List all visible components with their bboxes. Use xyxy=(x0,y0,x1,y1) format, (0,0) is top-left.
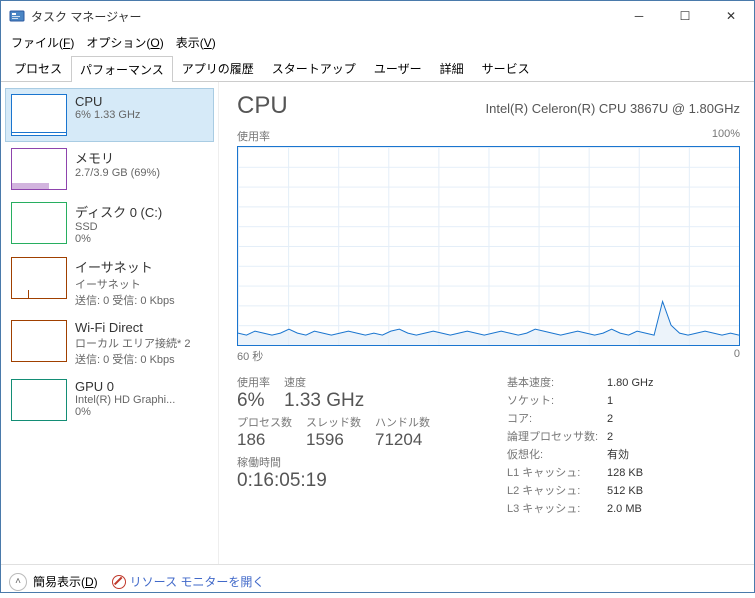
main-panel: CPU Intel(R) Celeron(R) CPU 3867U @ 1.80… xyxy=(219,82,754,564)
sidebar-item-label: メモリ xyxy=(75,148,160,167)
detail-row: 仮想化:有効 xyxy=(507,446,740,464)
detail-row: 基本速度:1.80 GHz xyxy=(507,374,740,392)
processes-label: プロセス数 xyxy=(237,414,292,430)
menu-options[interactable]: オプション(O) xyxy=(80,32,169,53)
sidebar-item-label: GPU 0 xyxy=(75,379,175,394)
tab-4[interactable]: ユーザー xyxy=(365,55,431,81)
detail-row: ソケット:1 xyxy=(507,392,740,410)
sidebar-item-eth[interactable]: イーサネットイーサネット送信: 0 受信: 0 Kbps xyxy=(5,251,214,314)
sidebar-item-gpu[interactable]: GPU 0Intel(R) HD Graphi...0% xyxy=(5,373,214,427)
sidebar-item-mem[interactable]: メモリ2.7/3.9 GB (69%) xyxy=(5,142,214,196)
maximize-button[interactable]: ☐ xyxy=(662,1,708,31)
uptime-label: 稼働時間 xyxy=(237,454,507,470)
threads-value: 1596 xyxy=(306,430,361,450)
sidebar-item-cpu[interactable]: CPU6% 1.33 GHz xyxy=(5,88,214,142)
speed-value: 1.33 GHz xyxy=(284,390,364,412)
tabs: プロセスパフォーマンスアプリの履歴スタートアップユーザー詳細サービス xyxy=(1,53,754,82)
minimize-button[interactable]: ─ xyxy=(616,1,662,31)
chevron-up-icon[interactable]: ˄ xyxy=(9,573,27,591)
chart-xaxis-left: 60 秒 xyxy=(237,348,263,364)
cpu-thumb-icon xyxy=(11,94,67,136)
tab-6[interactable]: サービス xyxy=(473,55,539,81)
speed-label: 速度 xyxy=(284,374,364,390)
gpu-thumb-icon xyxy=(11,379,67,421)
window-title: タスク マネージャー xyxy=(31,8,616,25)
tab-1[interactable]: パフォーマンス xyxy=(71,56,173,82)
chart-xaxis-right: 0 xyxy=(734,348,740,364)
handles-value: 71204 xyxy=(375,430,430,450)
resource-monitor-link[interactable]: リソース モニターを開く xyxy=(112,573,265,590)
sidebar-item-label: イーサネット xyxy=(75,257,175,276)
chart-label-usage: 使用率 xyxy=(237,128,270,144)
chart-label-100: 100% xyxy=(712,128,740,144)
tab-5[interactable]: 詳細 xyxy=(431,55,473,81)
detail-row: 論理プロセッサ数:2 xyxy=(507,428,740,446)
sidebar-item-label: CPU xyxy=(75,94,140,109)
sidebar-item-wifi[interactable]: Wi-Fi Directローカル エリア接続* 2送信: 0 受信: 0 Kbp… xyxy=(5,314,214,373)
menubar: ファイル(F) オプション(O) 表示(V) xyxy=(1,31,754,53)
sidebar-item-label: ディスク 0 (C:) xyxy=(75,202,162,221)
tab-3[interactable]: スタートアップ xyxy=(263,55,365,81)
tab-2[interactable]: アプリの履歴 xyxy=(173,55,263,81)
processes-value: 186 xyxy=(237,430,292,450)
mem-thumb-icon xyxy=(11,148,67,190)
detail-row: L2 キャッシュ:512 KB xyxy=(507,482,740,500)
eth-thumb-icon xyxy=(11,257,67,299)
usage-label: 使用率 xyxy=(237,374,270,390)
titlebar: タスク マネージャー ─ ☐ ✕ xyxy=(1,1,754,31)
sidebar-item-label: Wi-Fi Direct xyxy=(75,320,191,335)
cpu-details: 基本速度:1.80 GHzソケット:1コア:2論理プロセッサ数:2仮想化:有効L… xyxy=(507,374,740,518)
handles-label: ハンドル数 xyxy=(375,414,430,430)
threads-label: スレッド数 xyxy=(306,414,361,430)
page-title: CPU xyxy=(237,92,288,120)
sidebar-item-disk[interactable]: ディスク 0 (C:)SSD0% xyxy=(5,196,214,251)
fewer-details-link[interactable]: 簡易表示(D) xyxy=(33,573,98,590)
cpu-model: Intel(R) Celeron(R) CPU 3867U @ 1.80GHz xyxy=(485,101,740,116)
taskmgr-icon xyxy=(9,8,25,24)
menu-file[interactable]: ファイル(F) xyxy=(5,32,80,53)
detail-row: コア:2 xyxy=(507,410,740,428)
disk-thumb-icon xyxy=(11,202,67,244)
detail-row: L3 キャッシュ:2.0 MB xyxy=(507,500,740,518)
usage-value: 6% xyxy=(237,390,270,412)
tab-0[interactable]: プロセス xyxy=(5,55,71,81)
wifi-thumb-icon xyxy=(11,320,67,362)
uptime-value: 0:16:05:19 xyxy=(237,470,507,492)
sidebar: CPU6% 1.33 GHzメモリ2.7/3.9 GB (69%)ディスク 0 … xyxy=(1,82,219,564)
menu-view[interactable]: 表示(V) xyxy=(170,32,222,53)
close-button[interactable]: ✕ xyxy=(708,1,754,31)
resmon-icon xyxy=(112,575,126,589)
detail-row: L1 キャッシュ:128 KB xyxy=(507,464,740,482)
cpu-chart xyxy=(237,146,740,346)
